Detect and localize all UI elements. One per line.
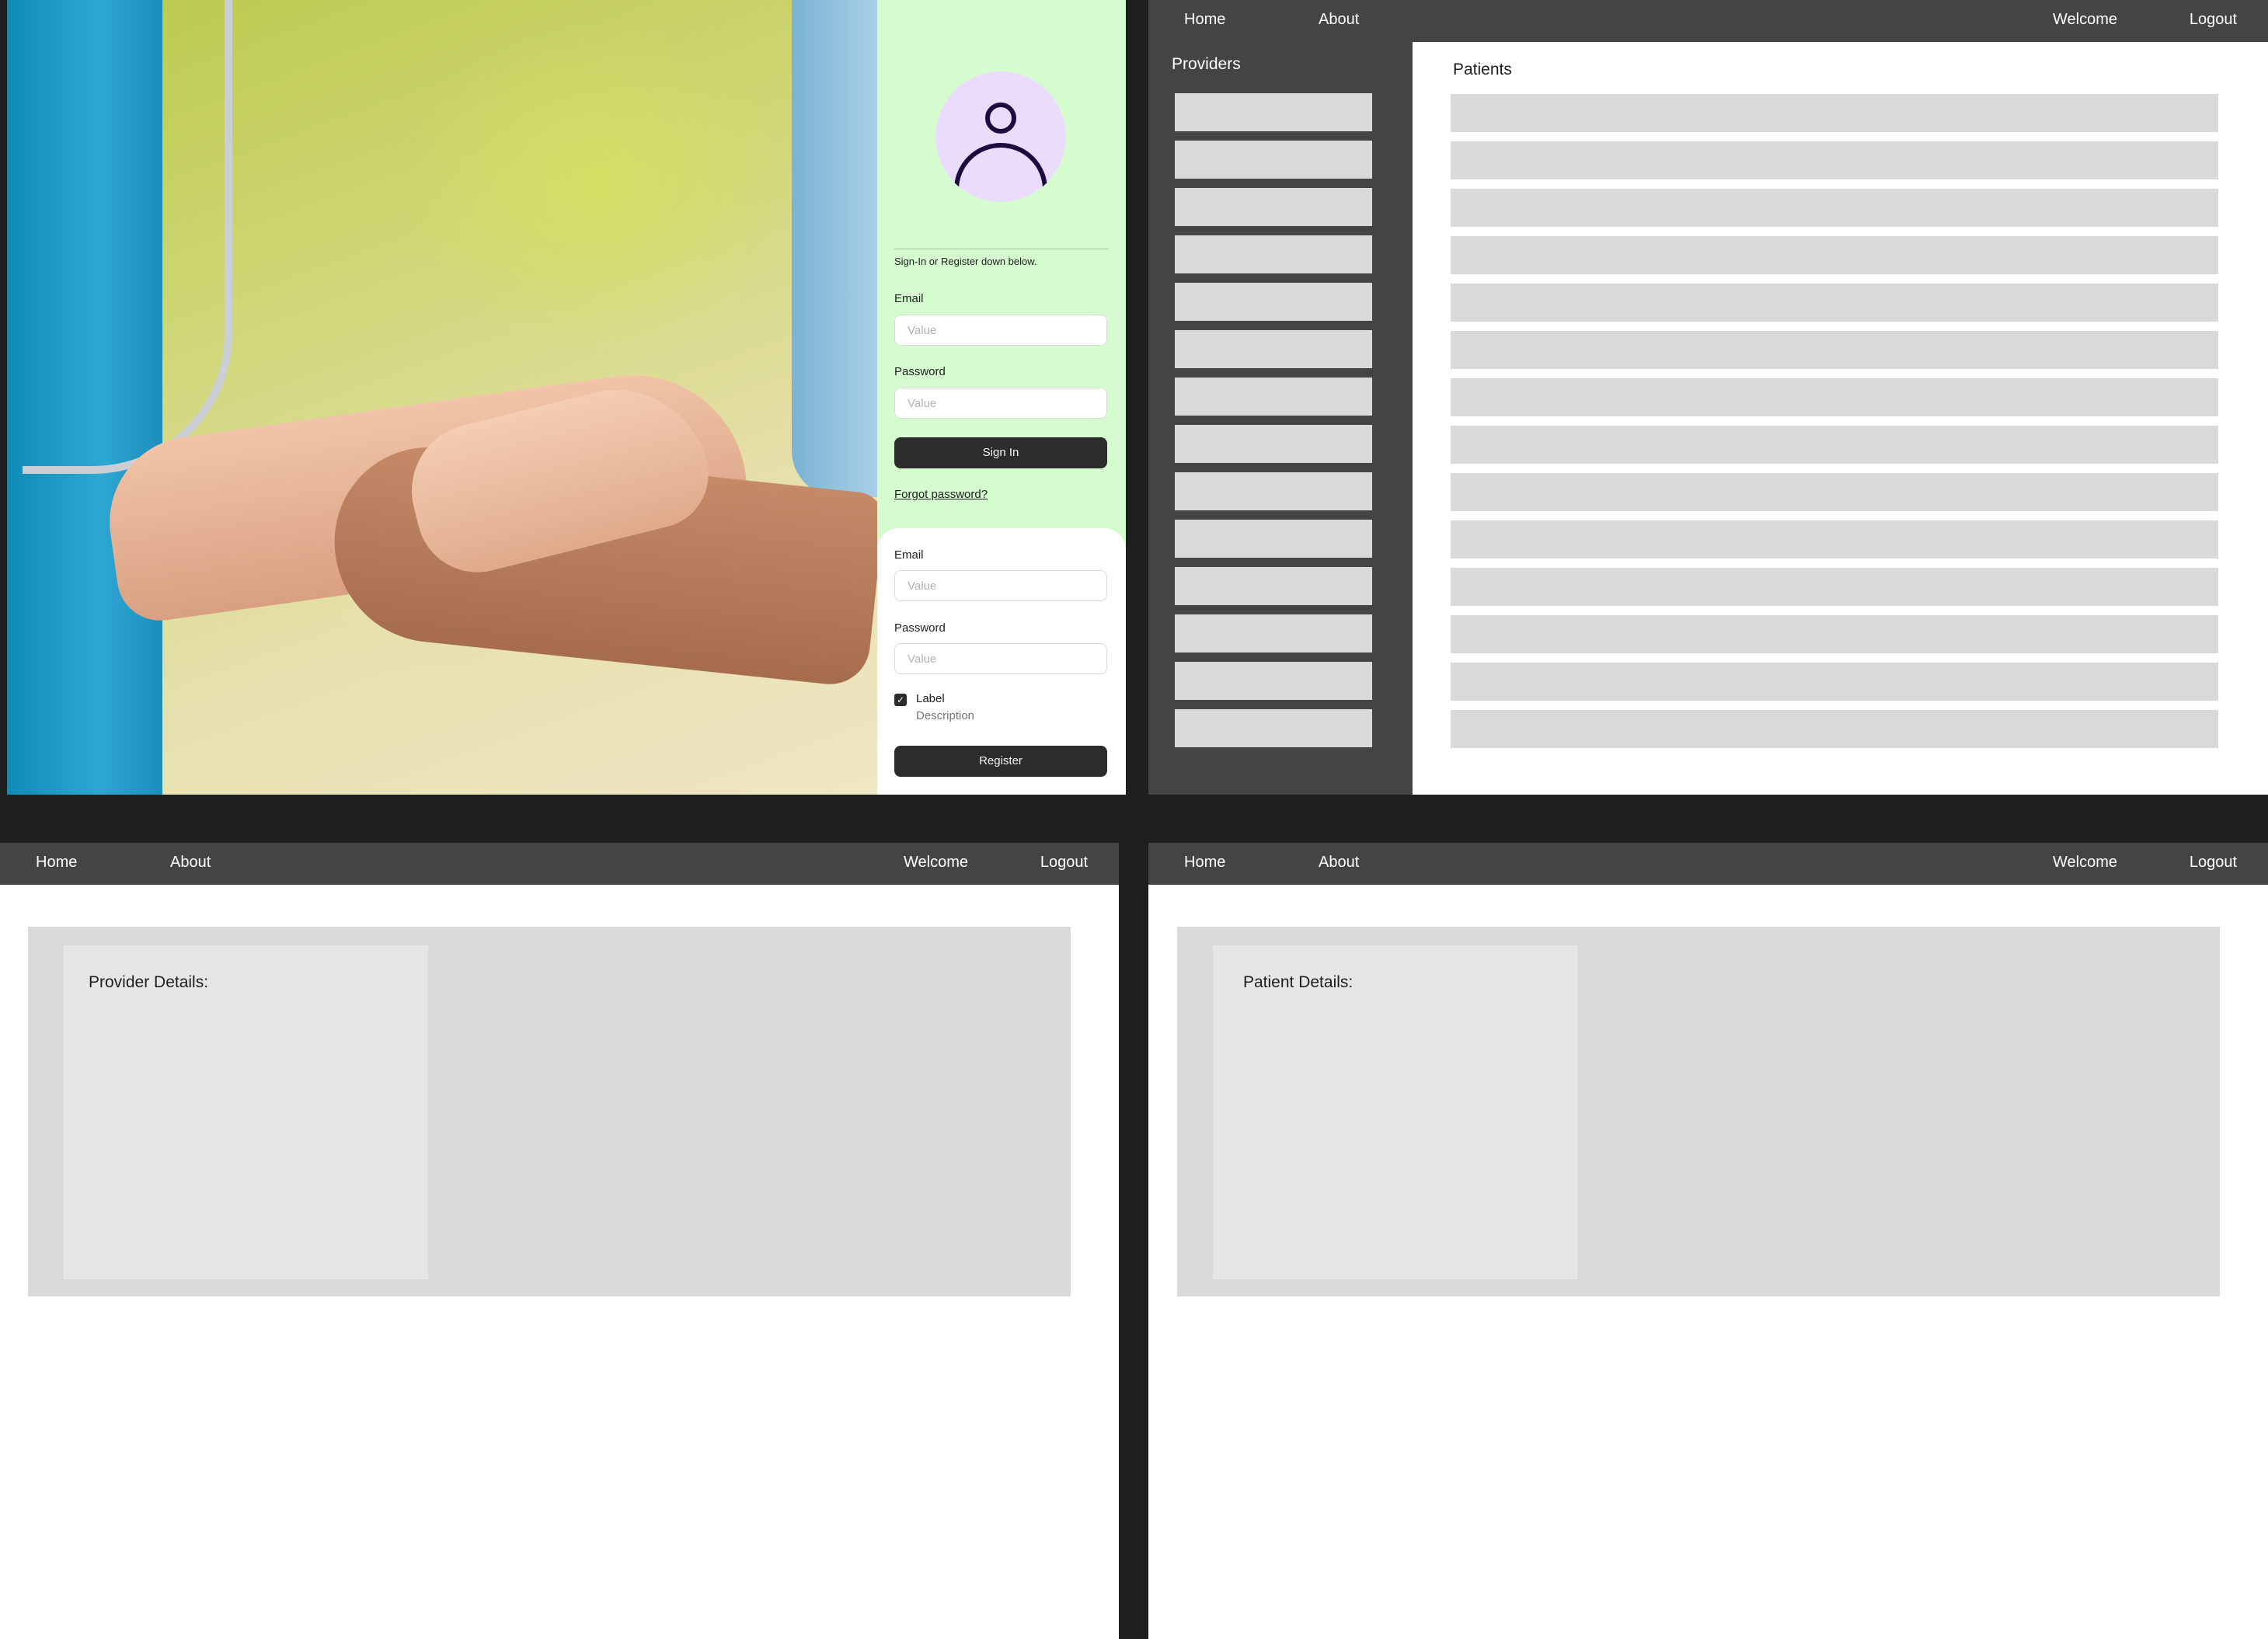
patient-list-item[interactable] bbox=[1451, 520, 2218, 559]
patient-list-item[interactable] bbox=[1451, 331, 2218, 369]
patient-details-card: Patient Details: bbox=[1213, 945, 1577, 1279]
login-screen: Sign-In or Register down below. Email Pa… bbox=[7, 0, 1126, 795]
sign-in-button[interactable]: Sign In bbox=[894, 437, 1107, 468]
patient-details-screen: Home About Welcome Logout Patient Detail… bbox=[1148, 843, 2268, 1639]
patients-title: Patients bbox=[1453, 61, 1512, 78]
patient-list-item[interactable] bbox=[1451, 473, 2218, 511]
provider-list-item[interactable] bbox=[1175, 520, 1372, 558]
provider-list-item[interactable] bbox=[1175, 330, 1372, 368]
patient-list-item[interactable] bbox=[1451, 236, 2218, 274]
nav-about-link[interactable]: About bbox=[1319, 854, 1359, 872]
nav-home-link[interactable]: Home bbox=[36, 854, 77, 872]
patient-list-item[interactable] bbox=[1451, 189, 2218, 227]
register-password-input[interactable] bbox=[894, 643, 1107, 674]
register-email-input[interactable] bbox=[894, 570, 1107, 601]
checkbox-description: Description bbox=[916, 709, 975, 722]
nav-bar: Home About Welcome Logout bbox=[0, 843, 1119, 885]
auth-panel: Sign-In or Register down below. Email Pa… bbox=[877, 0, 1126, 795]
patient-details-panel: Patient Details: bbox=[1177, 927, 2220, 1296]
forgot-password-link[interactable]: Forgot password? bbox=[894, 488, 988, 501]
provider-details-title: Provider Details: bbox=[89, 973, 209, 991]
avatar-head bbox=[985, 103, 1016, 134]
patient-list-item[interactable] bbox=[1451, 284, 2218, 322]
auth-intro-text: Sign-In or Register down below. bbox=[894, 256, 1037, 267]
provider-list-item[interactable] bbox=[1175, 614, 1372, 652]
providers-title: Providers bbox=[1172, 55, 1241, 73]
patient-list-item[interactable] bbox=[1451, 568, 2218, 606]
provider-list-item[interactable] bbox=[1175, 235, 1372, 273]
provider-list-item[interactable] bbox=[1175, 188, 1372, 226]
provider-details-screen: Home About Welcome Logout Provider Detai… bbox=[0, 843, 1119, 1639]
hero-photo-holding-hands bbox=[7, 0, 887, 795]
signin-password-input[interactable] bbox=[894, 388, 1107, 419]
nav-about-link[interactable]: About bbox=[170, 854, 211, 872]
provider-list-item[interactable] bbox=[1175, 141, 1372, 179]
photo-stethoscope bbox=[23, 0, 232, 474]
avatar-body bbox=[954, 143, 1047, 202]
photo-sleeve bbox=[792, 0, 877, 497]
register-form: Email Password ✓ Label Description Regis… bbox=[877, 528, 1126, 795]
patient-list-item[interactable] bbox=[1451, 710, 2218, 748]
user-avatar-icon bbox=[935, 71, 1066, 202]
provider-list-item[interactable] bbox=[1175, 93, 1372, 131]
provider-list-item[interactable] bbox=[1175, 567, 1372, 605]
provider-list-item[interactable] bbox=[1175, 709, 1372, 747]
nav-home-link[interactable]: Home bbox=[1184, 854, 1225, 872]
patients-list bbox=[1451, 94, 2218, 757]
patient-list-item[interactable] bbox=[1451, 663, 2218, 701]
provider-details-panel: Provider Details: bbox=[28, 927, 1071, 1296]
checkmark-icon[interactable]: ✓ bbox=[894, 694, 907, 706]
providers-list bbox=[1175, 93, 1372, 757]
patient-list-item[interactable] bbox=[1451, 378, 2218, 416]
signin-email-input[interactable] bbox=[894, 315, 1107, 346]
patient-list-item[interactable] bbox=[1451, 141, 2218, 179]
patient-details-title: Patient Details: bbox=[1243, 973, 1353, 991]
patient-list-item[interactable] bbox=[1451, 94, 2218, 132]
register-password-label: Password bbox=[894, 621, 946, 635]
nav-welcome-text: Welcome bbox=[904, 854, 968, 871]
checkbox-label: Label bbox=[916, 692, 945, 705]
nav-welcome-text: Welcome bbox=[2053, 854, 2117, 871]
provider-list-item[interactable] bbox=[1175, 662, 1372, 700]
providers-sidebar: Providers bbox=[1148, 42, 1413, 795]
provider-list-item[interactable] bbox=[1175, 472, 1372, 510]
dashboard-screen: Home About Welcome Logout Providers Pati… bbox=[1148, 0, 2268, 795]
nav-bar: Home About Welcome Logout bbox=[1148, 0, 2268, 42]
provider-list-item[interactable] bbox=[1175, 283, 1372, 321]
nav-home-link[interactable]: Home bbox=[1184, 11, 1225, 29]
nav-about-link[interactable]: About bbox=[1319, 11, 1359, 29]
signin-password-label: Password bbox=[894, 365, 946, 378]
register-button[interactable]: Register bbox=[894, 746, 1107, 777]
nav-bar: Home About Welcome Logout bbox=[1148, 843, 2268, 885]
signin-email-label: Email bbox=[894, 292, 924, 305]
provider-details-card: Provider Details: bbox=[64, 945, 428, 1279]
nav-welcome-text: Welcome bbox=[2053, 11, 2117, 28]
provider-list-item[interactable] bbox=[1175, 425, 1372, 463]
patient-list-item[interactable] bbox=[1451, 426, 2218, 464]
nav-logout-link[interactable]: Logout bbox=[2190, 854, 2237, 872]
provider-list-item[interactable] bbox=[1175, 378, 1372, 416]
patient-list-item[interactable] bbox=[1451, 615, 2218, 653]
register-email-label: Email bbox=[894, 548, 924, 562]
nav-logout-link[interactable]: Logout bbox=[1040, 854, 1088, 872]
nav-logout-link[interactable]: Logout bbox=[2190, 11, 2237, 29]
